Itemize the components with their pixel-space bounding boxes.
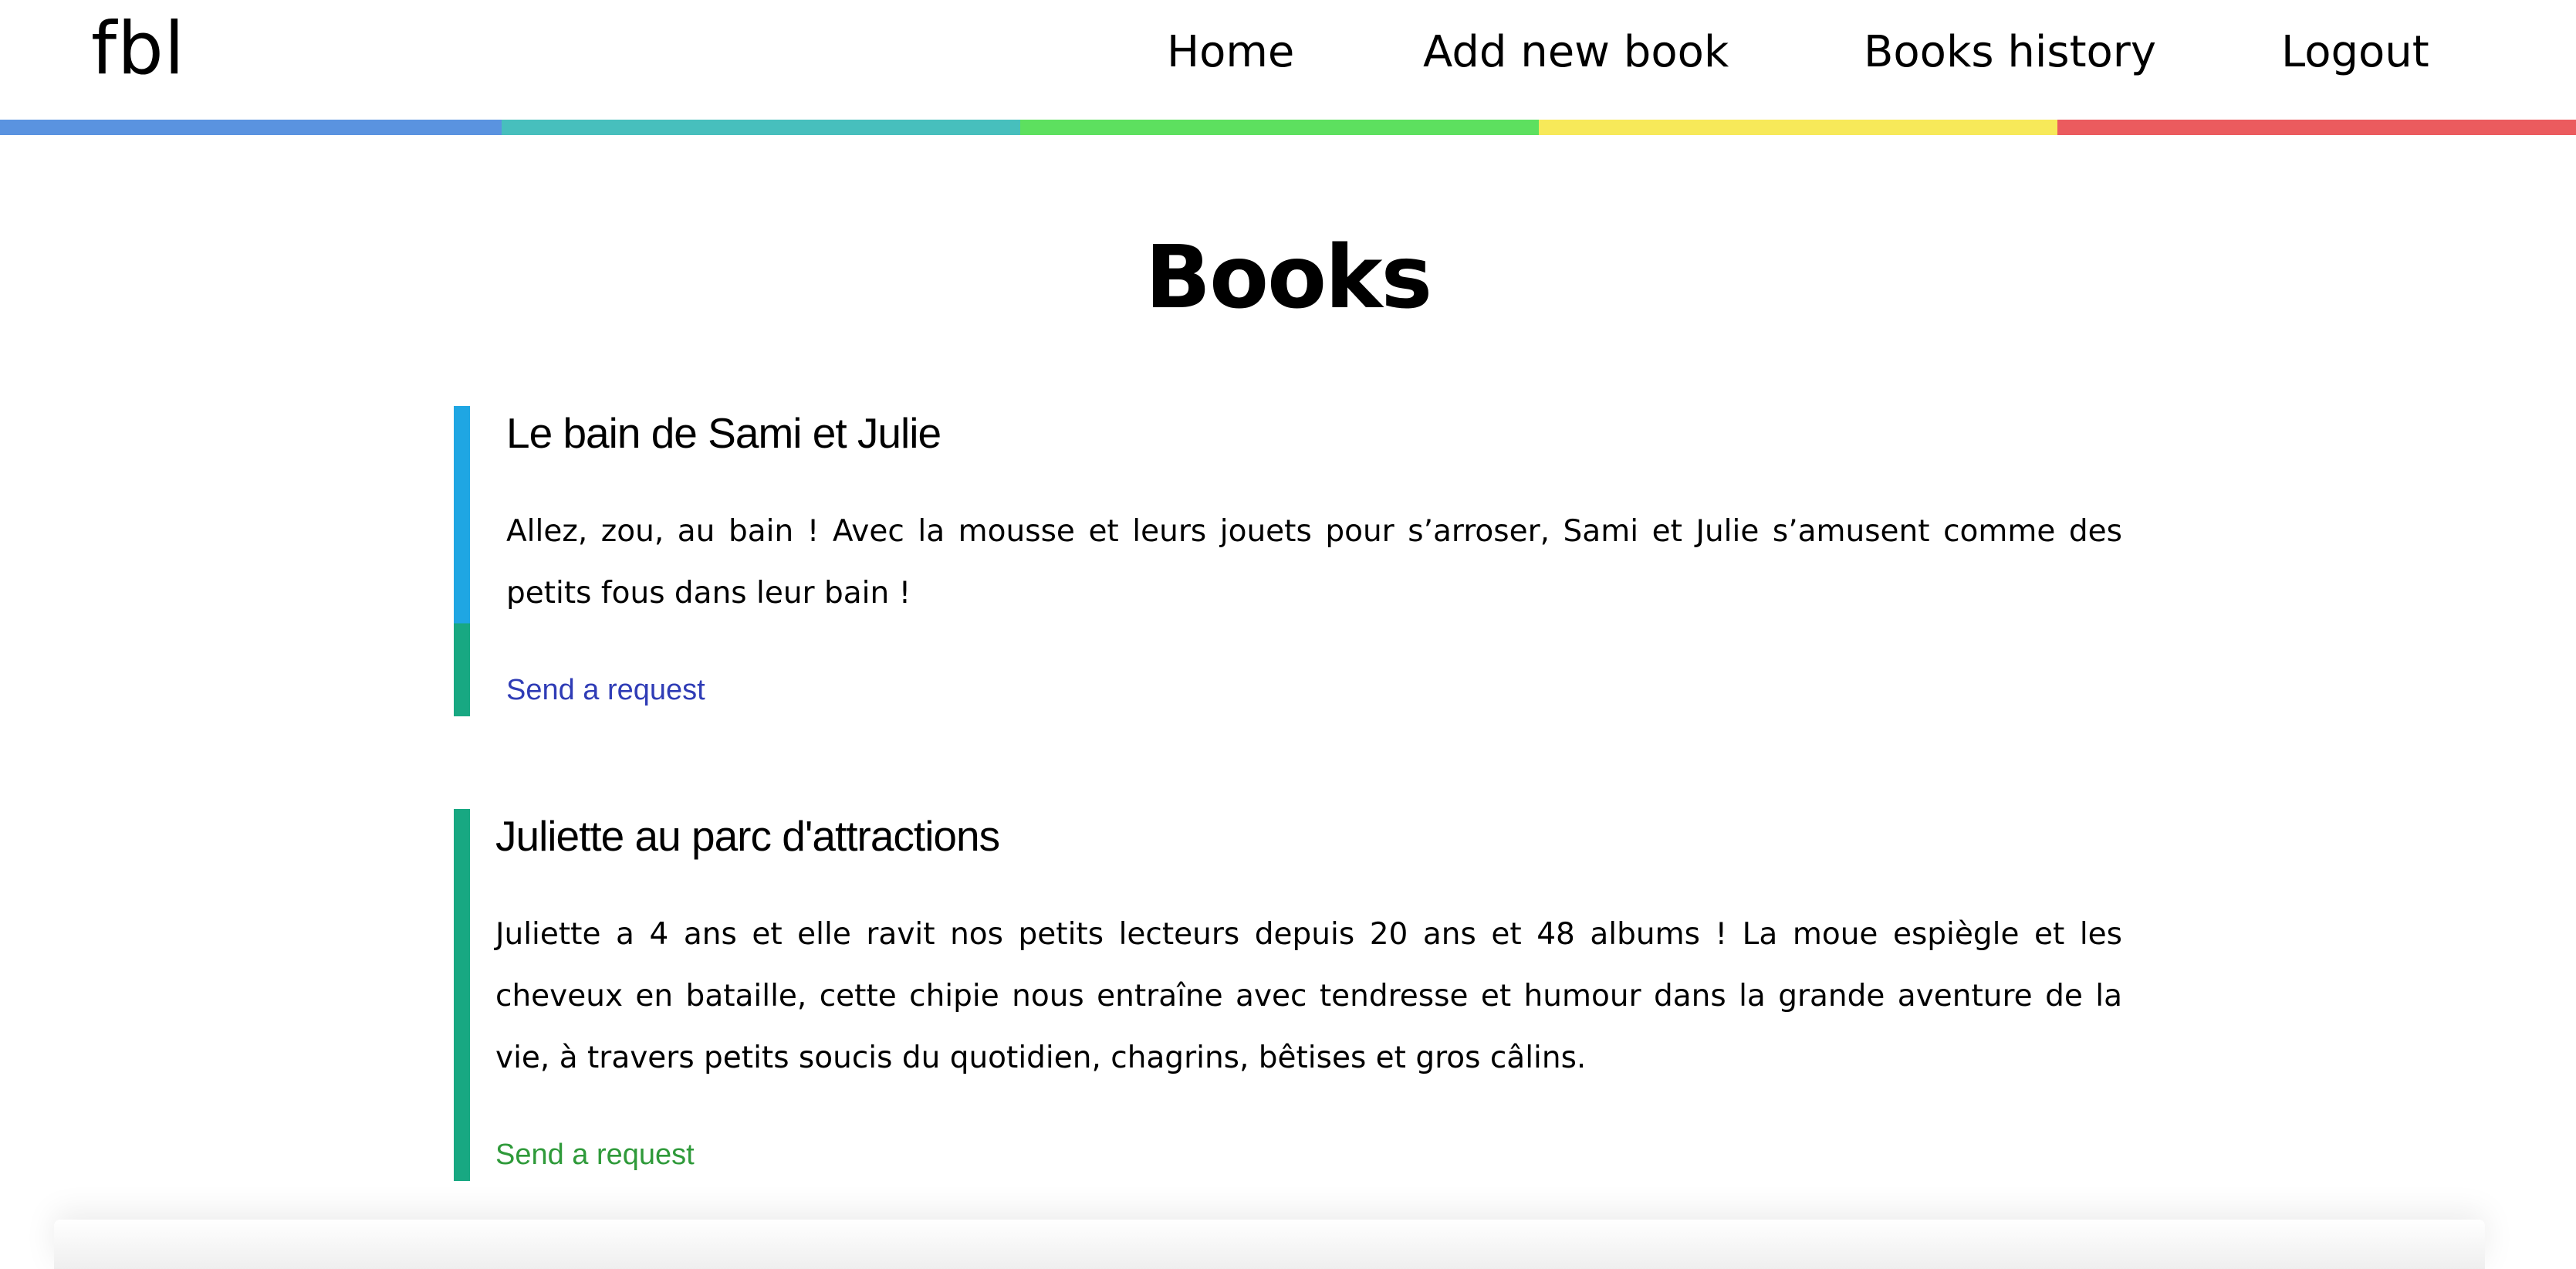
stripe-segment-teal (502, 120, 1020, 135)
footer-shadow (54, 1220, 2485, 1269)
stripe-segment-green (1020, 120, 1539, 135)
send-request-link[interactable]: Send a request (495, 1135, 695, 1174)
book-accent-bar (454, 809, 470, 1181)
nav-books-history[interactable]: Books history (1864, 22, 2156, 83)
stripe-segment-yellow (1539, 120, 2057, 135)
stripe-segment-red (2057, 120, 2576, 135)
book-description: Allez, zou, au bain ! Avec la mousse et … (506, 514, 2122, 611)
page-title: Books (1144, 228, 1432, 328)
nav-logout[interactable]: Logout (2281, 22, 2429, 83)
color-stripe (0, 120, 2576, 135)
site-header: fbl Home Add new book Books history Logo… (0, 0, 2576, 120)
book-title: Juliette au parc d'attractions (495, 812, 1000, 860)
nav-add-new-book[interactable]: Add new book (1423, 22, 1729, 83)
book-card: Le bain de Sami et Julie Allez, zou, au … (454, 406, 2122, 716)
book-accent-bar (454, 406, 470, 716)
book-card: Juliette au parc d'attractions Juliette … (454, 809, 2122, 1181)
main-nav: Home Add new book Books history Logout (0, 22, 2576, 83)
book-title: Le bain de Sami et Julie (506, 409, 941, 457)
book-description: Juliette a 4 ans et elle ravit nos petit… (495, 917, 2122, 1075)
send-request-link[interactable]: Send a request (506, 671, 705, 709)
stripe-segment-blue (0, 120, 502, 135)
nav-home[interactable]: Home (1167, 22, 1294, 83)
